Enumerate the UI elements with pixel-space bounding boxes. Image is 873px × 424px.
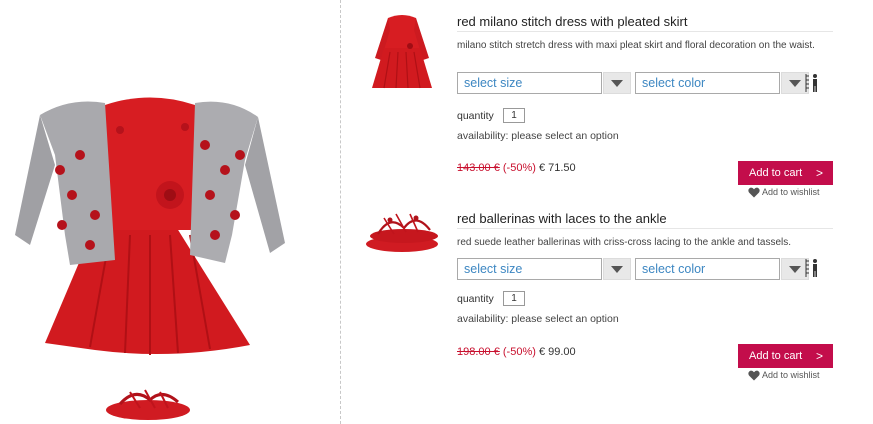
- quantity-label: quantity: [457, 110, 494, 122]
- column-divider: [340, 0, 341, 424]
- add-to-cart-label: Add to cart: [749, 167, 803, 179]
- outfit-image[interactable]: [0, 85, 300, 365]
- quantity-input[interactable]: 1: [503, 108, 525, 123]
- availability-text: availability: please select an option: [457, 130, 619, 142]
- size-select[interactable]: select size: [457, 72, 631, 94]
- quantity-input[interactable]: 1: [503, 291, 525, 306]
- size-select-value: select size: [464, 262, 523, 276]
- product-item: red milano stitch dress with pleated ski…: [360, 0, 840, 198]
- product-thumbnail[interactable]: [360, 206, 445, 291]
- add-to-wishlist-link[interactable]: Add to wishlist: [748, 370, 820, 381]
- product-title[interactable]: red milano stitch dress with pleated ski…: [457, 14, 833, 32]
- add-to-cart-label: Add to cart: [749, 350, 803, 362]
- color-select-value: select color: [642, 262, 706, 276]
- heart-icon: [748, 370, 760, 381]
- look-panel: [0, 0, 340, 424]
- add-to-wishlist-link[interactable]: Add to wishlist: [748, 187, 820, 198]
- quantity-label: quantity: [457, 293, 494, 305]
- heart-icon: [748, 187, 760, 198]
- chevron-down-icon[interactable]: [603, 258, 631, 280]
- shoe-image[interactable]: [100, 382, 195, 424]
- color-select-value: select color: [642, 76, 706, 90]
- discount-badge: (-50%): [502, 162, 536, 174]
- discount-badge: (-50%): [502, 346, 536, 358]
- color-select[interactable]: select color: [635, 258, 809, 280]
- chevron-right-icon: >: [815, 166, 823, 180]
- add-to-cart-button[interactable]: Add to cart >: [738, 161, 833, 185]
- product-item: red ballerinas with laces to the ankle r…: [360, 203, 840, 393]
- product-thumbnail[interactable]: [360, 8, 445, 93]
- product-description: milano stitch stretch dress with maxi pl…: [457, 40, 815, 51]
- add-to-cart-button[interactable]: Add to cart >: [738, 344, 833, 368]
- size-select[interactable]: select size: [457, 258, 631, 280]
- price-line: 143.00 € (-50%) € 71.50: [457, 162, 576, 174]
- color-select[interactable]: select color: [635, 72, 809, 94]
- product-description: red suede leather ballerinas with criss-…: [457, 237, 792, 248]
- size-guide-icon[interactable]: [804, 73, 820, 93]
- wishlist-label: Add to wishlist: [762, 187, 820, 197]
- sale-price: € 71.50: [538, 162, 576, 174]
- wishlist-label: Add to wishlist: [762, 370, 820, 380]
- chevron-right-icon: >: [815, 349, 823, 363]
- chevron-down-icon[interactable]: [603, 72, 631, 94]
- availability-text: availability: please select an option: [457, 313, 619, 325]
- sale-price: € 99.00: [538, 346, 576, 358]
- size-select-value: select size: [464, 76, 523, 90]
- price-line: 198.00 € (-50%) € 99.00: [457, 346, 576, 358]
- product-title[interactable]: red ballerinas with laces to the ankle: [457, 211, 833, 229]
- old-price: 198.00 €: [457, 346, 500, 358]
- old-price: 143.00 €: [457, 162, 500, 174]
- size-guide-icon[interactable]: [804, 258, 820, 278]
